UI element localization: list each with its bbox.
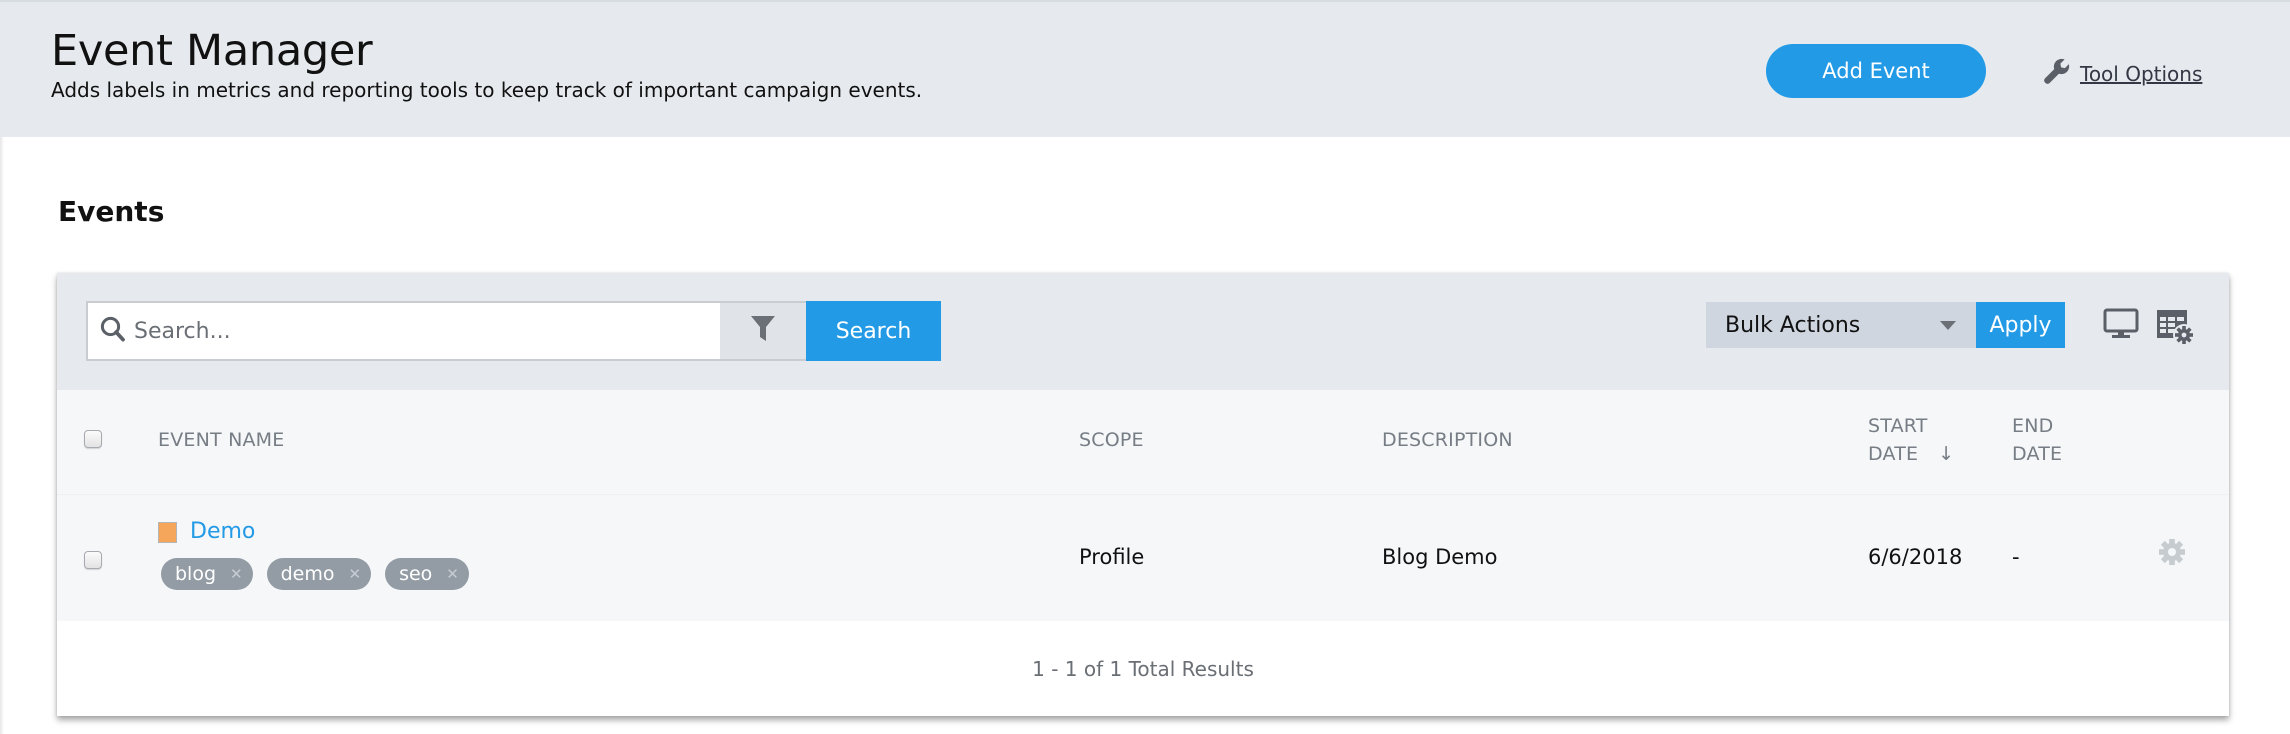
filter-icon bbox=[750, 315, 776, 347]
start-date-label-text: DATE bbox=[1868, 443, 1919, 465]
search-icon bbox=[88, 314, 128, 348]
events-section-title: Events bbox=[58, 195, 165, 228]
tag-remove-icon[interactable]: ✕ bbox=[446, 565, 459, 583]
cell-scope: Profile bbox=[1079, 545, 1145, 569]
end-date-label-line2: DATE bbox=[2012, 443, 2063, 465]
start-date-label-line2: DATE ↓ bbox=[1868, 440, 1954, 468]
search-field[interactable] bbox=[86, 301, 720, 361]
cell-end-date: - bbox=[2012, 545, 2020, 569]
tag-chip: seo ✕ bbox=[385, 558, 469, 590]
tag-remove-icon[interactable]: ✕ bbox=[349, 565, 362, 583]
tool-options-link[interactable]: Tool Options bbox=[2042, 56, 2202, 91]
apply-button[interactable]: Apply bbox=[1976, 302, 2065, 348]
column-header-event-name[interactable]: EVENT NAME bbox=[158, 426, 284, 454]
search-button[interactable]: Search bbox=[806, 301, 941, 361]
column-header-end-date[interactable]: END DATE bbox=[2012, 412, 2062, 468]
row-checkbox[interactable] bbox=[84, 551, 102, 569]
table-row: Demo blog ✕ demo ✕ seo ✕ Profile Blog Demo … bbox=[57, 494, 2229, 621]
wrench-icon bbox=[2042, 56, 2072, 91]
column-header-description[interactable]: DESCRIPTION bbox=[1382, 426, 1513, 454]
results-count: 1 - 1 of 1 Total Results bbox=[1032, 656, 1254, 681]
event-tags: blog ✕ demo ✕ seo ✕ bbox=[161, 558, 469, 590]
end-date-label-line1: END bbox=[2012, 415, 2054, 437]
events-toolbar: Search Bulk Actions Apply bbox=[57, 273, 2229, 390]
filter-button[interactable] bbox=[720, 301, 806, 361]
monitor-icon[interactable] bbox=[2103, 308, 2139, 340]
column-header-scope[interactable]: SCOPE bbox=[1079, 426, 1144, 454]
search-input[interactable] bbox=[134, 318, 694, 344]
event-name-link[interactable]: Demo bbox=[190, 519, 255, 544]
page-header: Event Manager Adds labels in metrics and… bbox=[0, 0, 2290, 137]
tag-label: seo bbox=[399, 563, 433, 585]
add-event-button[interactable]: Add Event bbox=[1766, 44, 1986, 98]
tag-label: demo bbox=[280, 563, 335, 585]
table-header-row: EVENT NAME SCOPE DESCRIPTION START DATE ↓… bbox=[57, 390, 2229, 494]
table-settings-icon[interactable] bbox=[2156, 309, 2195, 346]
page-title: Event Manager bbox=[51, 26, 373, 76]
start-date-label-line1: START bbox=[1868, 415, 1928, 437]
tag-chip: demo ✕ bbox=[266, 558, 372, 590]
tag-label: blog bbox=[175, 563, 217, 585]
event-color-swatch bbox=[158, 522, 177, 543]
column-header-start-date[interactable]: START DATE ↓ bbox=[1868, 412, 1954, 468]
tool-options-label: Tool Options bbox=[2080, 61, 2203, 86]
page-subtitle: Adds labels in metrics and reporting too… bbox=[51, 78, 923, 102]
gear-icon[interactable] bbox=[2157, 537, 2187, 567]
bulk-actions-value: Bulk Actions bbox=[1725, 312, 1861, 338]
cell-start-date: 6/6/2018 bbox=[1868, 545, 1963, 569]
tag-chip: blog ✕ bbox=[161, 558, 253, 590]
page-left-edge bbox=[0, 137, 4, 734]
results-footer: 1 - 1 of 1 Total Results bbox=[57, 621, 2229, 716]
chevron-down-icon bbox=[1940, 321, 1956, 330]
bulk-actions-select[interactable]: Bulk Actions bbox=[1706, 302, 1976, 348]
select-all-checkbox[interactable] bbox=[84, 430, 102, 448]
tag-remove-icon[interactable]: ✕ bbox=[230, 565, 243, 583]
events-card: Search Bulk Actions Apply bbox=[57, 273, 2229, 716]
sort-descending-icon: ↓ bbox=[1938, 443, 1955, 465]
cell-description: Blog Demo bbox=[1382, 545, 1498, 569]
